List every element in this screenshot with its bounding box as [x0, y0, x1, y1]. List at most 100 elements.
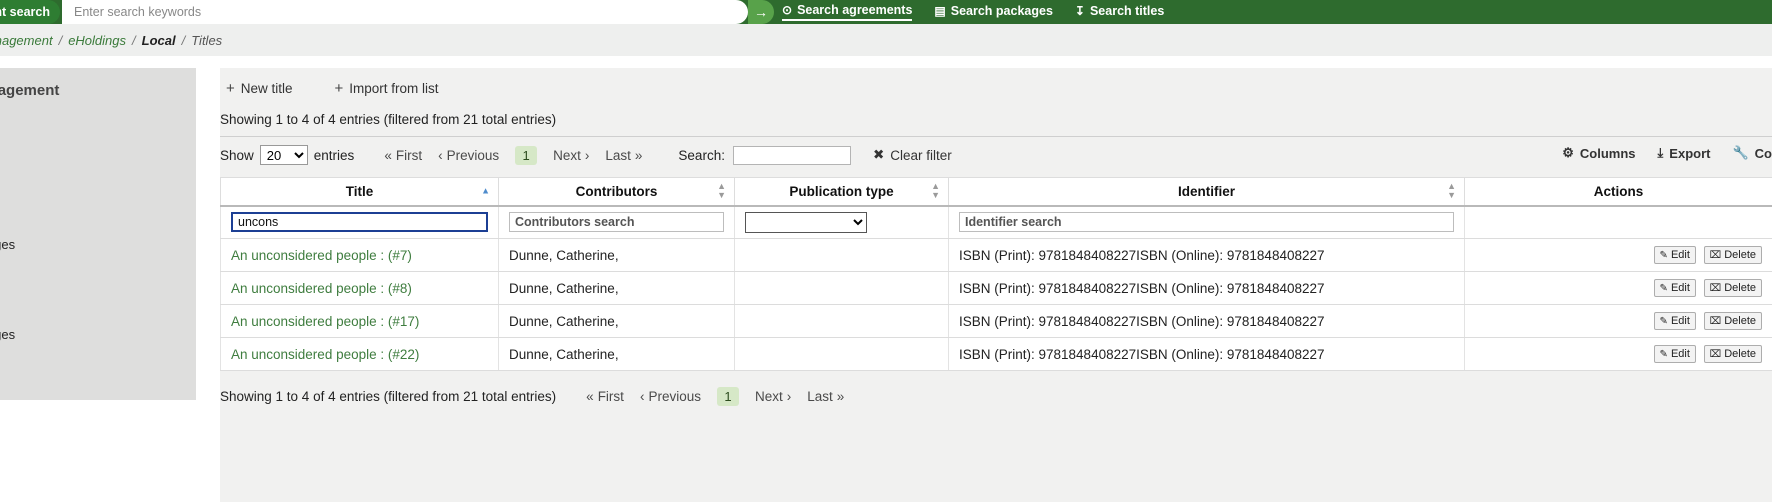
edit-button[interactable]: ✎ Edit — [1654, 279, 1696, 297]
cell-identifier: ISBN (Print): 9781848408227ISBN (Online)… — [949, 239, 1465, 272]
edit-button[interactable]: ✎ Edit — [1654, 345, 1696, 363]
sort-alpha-icon: ↧ — [1075, 5, 1085, 17]
delete-button[interactable]: ⌧ Delete — [1704, 312, 1762, 330]
top-search-bar: nt search → ⊙ Search agreements ▤ Search… — [0, 0, 1772, 24]
table-footer: Showing 1 to 4 of 4 entries (filtered fr… — [220, 376, 1772, 416]
sidebar-item-agreements[interactable]: ents — [0, 109, 196, 139]
table-search-input[interactable] — [733, 146, 851, 165]
titles-table: Title ▲ Contributors ▲▼ Publication type… — [220, 177, 1772, 371]
sidebar-item-local-packages[interactable]: Packages — [0, 319, 196, 349]
delete-label: Delete — [1724, 282, 1756, 294]
table-filter-row: Journal Book Database — [221, 206, 1772, 239]
delete-button[interactable]: ⌧ Delete — [1704, 345, 1762, 363]
pager-previous-button[interactable]: ‹ Previous — [438, 148, 499, 163]
import-from-list-button[interactable]: + Import from list — [329, 80, 445, 97]
sidebar-item-ebsco-packages[interactable]: Packages — [0, 229, 196, 259]
pager-next-button-bottom[interactable]: Next › — [755, 389, 791, 404]
breadcrumb-separator: / — [59, 33, 63, 48]
trash-icon: ⌧ — [1710, 250, 1722, 261]
pager-next-label: Next — [553, 148, 581, 163]
breadcrumb-item-resource-management[interactable]: rce management — [0, 33, 53, 48]
pager-next-button[interactable]: Next › — [553, 148, 589, 163]
global-search-wrap — [62, 0, 768, 24]
columns-button[interactable]: ⚙ Columns — [1562, 145, 1635, 161]
sidebar-item-ebsco[interactable]: CO — [0, 199, 196, 229]
double-chevron-right-icon: » — [635, 148, 643, 163]
cell-contributors: Dunne, Catherine, — [499, 272, 735, 305]
edit-button[interactable]: ✎ Edit — [1654, 246, 1696, 264]
sidebar-item-local[interactable]: l — [0, 289, 196, 319]
pencil-icon: ✎ — [1660, 283, 1668, 294]
cell-contributors: Dunne, Catherine, — [499, 239, 735, 272]
search-titles-link[interactable]: ↧ Search titles — [1075, 4, 1164, 20]
breadcrumb-item-eholdings[interactable]: eHoldings — [68, 33, 126, 48]
double-chevron-right-icon: » — [837, 389, 845, 404]
column-header-identifier[interactable]: Identifier ▲▼ — [949, 178, 1465, 206]
column-header-contributors[interactable]: Contributors ▲▼ — [499, 178, 735, 206]
pager-previous-button-bottom[interactable]: ‹ Previous — [640, 389, 701, 404]
sidebar-item-eholdings[interactable]: gs — [0, 169, 196, 199]
clear-filter-button[interactable]: ✖ Clear filter — [873, 147, 952, 163]
breadcrumb-separator: / — [182, 33, 186, 48]
sidebar-item-local-titles[interactable]: Titles — [0, 349, 196, 379]
new-title-button[interactable]: + New title — [220, 80, 299, 97]
title-link[interactable]: An unconsidered people : (#17) — [231, 314, 419, 329]
delete-button[interactable]: ⌧ Delete — [1704, 246, 1762, 264]
title-link[interactable]: An unconsidered people : (#8) — [231, 281, 412, 296]
column-header-title[interactable]: Title ▲ — [221, 178, 499, 206]
filter-cell-publication-type: Journal Book Database — [735, 206, 949, 239]
pager-page-1-bottom[interactable]: 1 — [717, 387, 739, 406]
pager-last-button-bottom[interactable]: Last » — [807, 389, 844, 404]
configure-button[interactable]: 🔧 Co — [1732, 145, 1772, 161]
contributors-filter-input[interactable] — [509, 212, 724, 232]
edit-button[interactable]: ✎ Edit — [1654, 312, 1696, 330]
cell-contributors: Dunne, Catherine, — [499, 338, 735, 371]
search-submit-button[interactable]: → — [748, 0, 774, 24]
delete-label: Delete — [1724, 249, 1756, 261]
edit-label: Edit — [1671, 282, 1690, 294]
search-agreements-link[interactable]: ⊙ Search agreements — [782, 3, 912, 21]
gear-icon: ⚙ — [1562, 145, 1574, 161]
sidebar-item-ebsco-titles[interactable]: Titles — [0, 259, 196, 289]
pager-last-button[interactable]: Last » — [605, 148, 642, 163]
trash-icon: ⌧ — [1710, 283, 1722, 294]
cell-publication-type — [735, 305, 949, 338]
sort-ascending-icon: ▲ — [481, 187, 490, 196]
title-link[interactable]: An unconsidered people : (#7) — [231, 248, 412, 263]
sidebar-item-licenses[interactable]: s — [0, 139, 196, 169]
table-header-row: Title ▲ Contributors ▲▼ Publication type… — [221, 178, 1772, 206]
top-search-links: ⊙ Search agreements ▤ Search packages ↧ … — [782, 0, 1164, 24]
entries-label: entries — [314, 148, 355, 163]
identifier-filter-input[interactable] — [959, 212, 1454, 232]
delete-label: Delete — [1724, 315, 1756, 327]
cell-publication-type — [735, 272, 949, 305]
pager-first-button-bottom[interactable]: « First — [586, 389, 624, 404]
delete-button[interactable]: ⌧ Delete — [1704, 279, 1762, 297]
pager-previous-label: Previous — [648, 389, 701, 404]
table-controls: Show 20 50 100 entries « First ‹ Previou… — [220, 137, 1772, 173]
export-button[interactable]: ⤓ Export — [1658, 145, 1711, 161]
search-packages-label: Search packages — [951, 4, 1053, 18]
cell-actions: ✎ Edit ⌧ Delete — [1465, 305, 1772, 338]
search-packages-link[interactable]: ▤ Search packages — [934, 4, 1053, 20]
column-header-publication-type[interactable]: Publication type ▲▼ — [735, 178, 949, 206]
plus-icon: + — [226, 81, 235, 96]
title-filter-input[interactable] — [231, 212, 488, 232]
search-scope-pill[interactable]: nt search — [0, 0, 60, 24]
global-search-input[interactable] — [62, 0, 748, 24]
title-link[interactable]: An unconsidered people : (#22) — [231, 347, 419, 362]
cell-publication-type — [735, 338, 949, 371]
pager-page-1[interactable]: 1 — [515, 146, 537, 165]
trash-icon: ⌧ — [1710, 349, 1722, 360]
publication-type-filter-select[interactable]: Journal Book Database — [745, 212, 867, 233]
breadcrumb-item-local[interactable]: Local — [142, 33, 176, 48]
trash-icon: ⌧ — [1710, 316, 1722, 327]
column-header-title-label: Title — [346, 184, 374, 199]
pager-first-button[interactable]: « First — [384, 148, 422, 163]
clear-filter-label: Clear filter — [890, 148, 952, 163]
pagination-bottom: « First ‹ Previous 1 Next › Last » — [586, 387, 844, 406]
chevron-left-icon: ‹ — [438, 148, 443, 163]
page-length-select[interactable]: 20 50 100 — [260, 145, 308, 165]
search-agreements-label: Search agreements — [797, 3, 912, 17]
column-header-actions: Actions — [1465, 178, 1772, 206]
